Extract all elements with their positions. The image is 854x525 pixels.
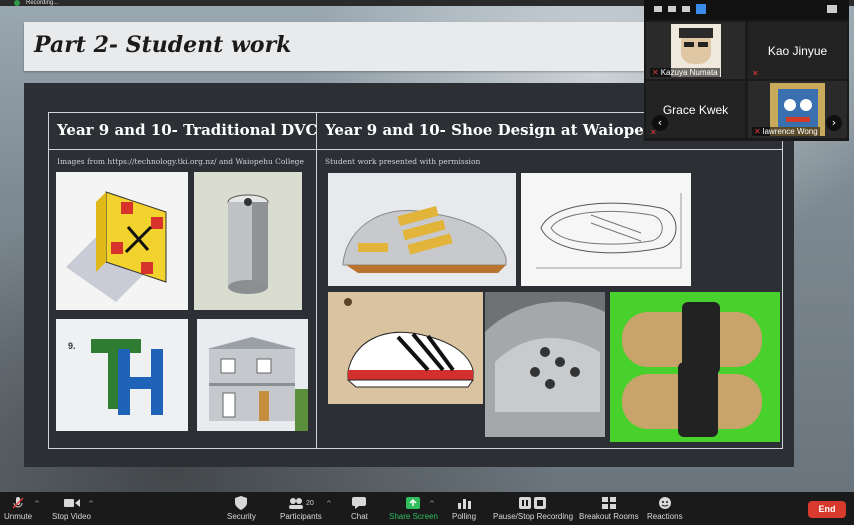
reactions-label: Reactions xyxy=(647,512,683,521)
slide-table: Year 9 and 10- Traditional DVC Year 9 an… xyxy=(48,112,783,449)
unmute-label: Unmute xyxy=(4,512,33,521)
unmute-button[interactable]: Unmute xyxy=(4,496,32,521)
stop-video-label: Stop Video xyxy=(52,512,91,521)
recording-dot-icon xyxy=(14,0,20,6)
participant-name: lawrence Wong xyxy=(762,127,818,136)
isometric-box-drawing xyxy=(56,172,188,310)
minimize-icon[interactable] xyxy=(654,6,662,12)
muted-mic-icon xyxy=(11,496,25,510)
audio-options-chevron-icon[interactable]: ^ xyxy=(34,500,40,508)
security-button[interactable]: Security xyxy=(227,496,256,521)
next-page-button[interactable]: › xyxy=(826,115,842,131)
column-divider xyxy=(316,113,317,448)
bar-chart-icon xyxy=(457,496,471,510)
participant-name: Kazuya Numata xyxy=(660,68,718,77)
pause-stop-icon xyxy=(519,496,547,510)
slide-title: Part 2- Student work xyxy=(34,32,292,58)
breakout-rooms-button[interactable]: Breakout Rooms xyxy=(579,496,639,521)
participant-tile[interactable]: ✕ Kazuya Numata xyxy=(646,22,745,79)
gallery-view-icon[interactable] xyxy=(696,4,706,14)
share-screen-label: Share Screen xyxy=(389,512,438,521)
participants-label: Participants xyxy=(280,512,322,521)
muted-mic-icon: ✕ xyxy=(754,127,761,136)
header-divider xyxy=(49,149,782,150)
polling-label: Polling xyxy=(452,512,477,521)
recording-indicator[interactable]: Recording... xyxy=(14,0,58,6)
participant-label: ✕ lawrence Wong xyxy=(752,127,820,136)
share-options-chevron-icon[interactable]: ^ xyxy=(429,500,435,508)
right-column-heading: Year 9 and 10- Shoe Design at Waiopehu xyxy=(325,121,666,139)
end-meeting-button[interactable]: End xyxy=(808,501,846,518)
breakout-rooms-icon xyxy=(601,496,616,510)
shield-icon xyxy=(235,496,248,510)
building-model xyxy=(197,319,308,431)
participants-options-chevron-icon[interactable]: ^ xyxy=(326,500,332,508)
chat-button[interactable]: Chat xyxy=(351,496,368,521)
security-label: Security xyxy=(227,512,256,521)
participants-count: 20 xyxy=(306,499,314,507)
speaker-view-icon[interactable] xyxy=(668,6,676,12)
left-column-note: Images from https://technology.tki.org.n… xyxy=(57,157,304,166)
participants-icon: 20 xyxy=(288,496,314,510)
cylinder-drawing xyxy=(194,172,302,310)
smiley-icon xyxy=(658,496,672,510)
muted-mic-icon: ✕ xyxy=(752,69,759,78)
stop-video-button[interactable]: Stop Video xyxy=(52,496,91,521)
pause-stop-recording-label: Pause/Stop Recording xyxy=(493,512,574,521)
participants-button[interactable]: 20 Participants xyxy=(280,496,322,521)
participants-gallery: ✕ Kazuya Numata Kao Jinyue ✕ Grace Kwek … xyxy=(644,0,849,141)
silver-shoe-photo xyxy=(485,292,605,437)
polling-button[interactable]: Polling xyxy=(452,496,476,521)
figure-number: 9. xyxy=(68,341,76,351)
previous-page-button[interactable]: ‹ xyxy=(652,115,668,131)
video-camera-icon xyxy=(63,496,80,510)
strip-view-icon[interactable] xyxy=(682,6,690,12)
letters-th-drawing: 9. xyxy=(56,319,188,431)
chat-bubble-icon xyxy=(352,496,367,510)
meeting-toolbar: Unmute ^ Stop Video ^ Security 20 Partic… xyxy=(0,492,854,525)
muted-mic-icon: ✕ xyxy=(652,68,659,77)
gallery-toolbar xyxy=(644,0,849,20)
layout-toggle-icon[interactable] xyxy=(827,5,837,13)
right-column-note: Student work presented with permission xyxy=(325,157,481,166)
slide-title-bar: Part 2- Student work xyxy=(24,22,649,71)
cork-sandals-photo xyxy=(610,292,780,442)
video-options-chevron-icon[interactable]: ^ xyxy=(88,500,94,508)
breakout-rooms-label: Breakout Rooms xyxy=(579,512,639,521)
chat-label: Chat xyxy=(351,512,368,521)
recording-label: Recording... xyxy=(26,0,59,6)
participant-label: ✕ Kazuya Numata xyxy=(650,68,720,77)
pause-stop-recording-button[interactable]: Pause/Stop Recording xyxy=(493,496,573,521)
participant-tile[interactable]: Kao Jinyue ✕ xyxy=(748,22,847,79)
share-screen-icon xyxy=(406,496,421,510)
shoe-sketch-colored xyxy=(328,173,516,286)
wooden-shoe-model xyxy=(328,292,483,404)
reactions-button[interactable]: Reactions xyxy=(647,496,683,521)
left-column-heading: Year 9 and 10- Traditional DVC xyxy=(57,121,318,139)
shoe-technical-drawing xyxy=(521,173,691,286)
participant-name: Kao Jinyue xyxy=(767,43,828,58)
